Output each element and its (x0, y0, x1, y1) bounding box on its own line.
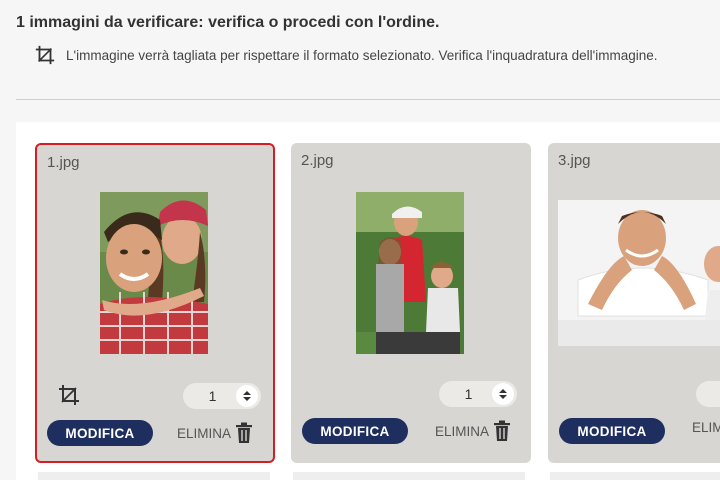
file-name: 1.jpg (47, 154, 80, 171)
crop-icon[interactable] (57, 383, 81, 407)
quantity-stepper[interactable]: 1 (439, 381, 517, 407)
image-card-3[interactable]: 3.jpg MODIFICA ELIMINA (548, 143, 720, 463)
trash-icon (494, 420, 511, 441)
delete-button[interactable]: ELIMINA (177, 422, 253, 444)
quantity-stepper-partial[interactable] (696, 381, 720, 407)
card-row-hint (550, 472, 720, 480)
card-row-hint (38, 472, 270, 480)
delete-label: ELIMINA (692, 420, 720, 435)
quantity-stepper[interactable]: 1 (183, 383, 261, 409)
page-title: 1 immagini da verificare: verifica o pro… (16, 14, 440, 31)
image-card-2[interactable]: 2.jpg 1 MODIFICA ELIMINA (291, 143, 531, 463)
trash-icon (236, 422, 253, 443)
notice-text: L'immagine verrà tagliata per rispettare… (66, 47, 658, 63)
divider (16, 99, 720, 100)
delete-label: ELIMINA (435, 423, 490, 439)
edit-button[interactable]: MODIFICA (559, 418, 665, 444)
delete-button[interactable]: ELIMINA (692, 420, 720, 435)
photo-thumbnail[interactable] (356, 192, 464, 354)
image-card-1[interactable]: 1.jpg 1 MODIFICA ELIMINA (35, 143, 275, 463)
photo-thumbnail[interactable] (558, 200, 720, 346)
edit-button[interactable]: MODIFICA (302, 418, 408, 444)
updown-icon[interactable] (492, 383, 514, 405)
page-header: 1 immagini da verificare: verifica o pro… (16, 12, 720, 66)
crop-icon (35, 45, 55, 65)
crop-notice: L'immagine verrà tagliata per rispettare… (16, 44, 720, 66)
card-row-hint (293, 472, 525, 480)
file-name: 2.jpg (301, 152, 334, 169)
edit-button[interactable]: MODIFICA (47, 420, 153, 446)
photo-thumbnail[interactable] (100, 192, 208, 354)
updown-icon[interactable] (236, 385, 258, 407)
quantity-value[interactable]: 1 (439, 386, 492, 402)
file-name: 3.jpg (558, 152, 591, 169)
delete-label: ELIMINA (177, 425, 232, 441)
quantity-value[interactable]: 1 (183, 388, 236, 404)
delete-button[interactable]: ELIMINA (435, 420, 511, 442)
